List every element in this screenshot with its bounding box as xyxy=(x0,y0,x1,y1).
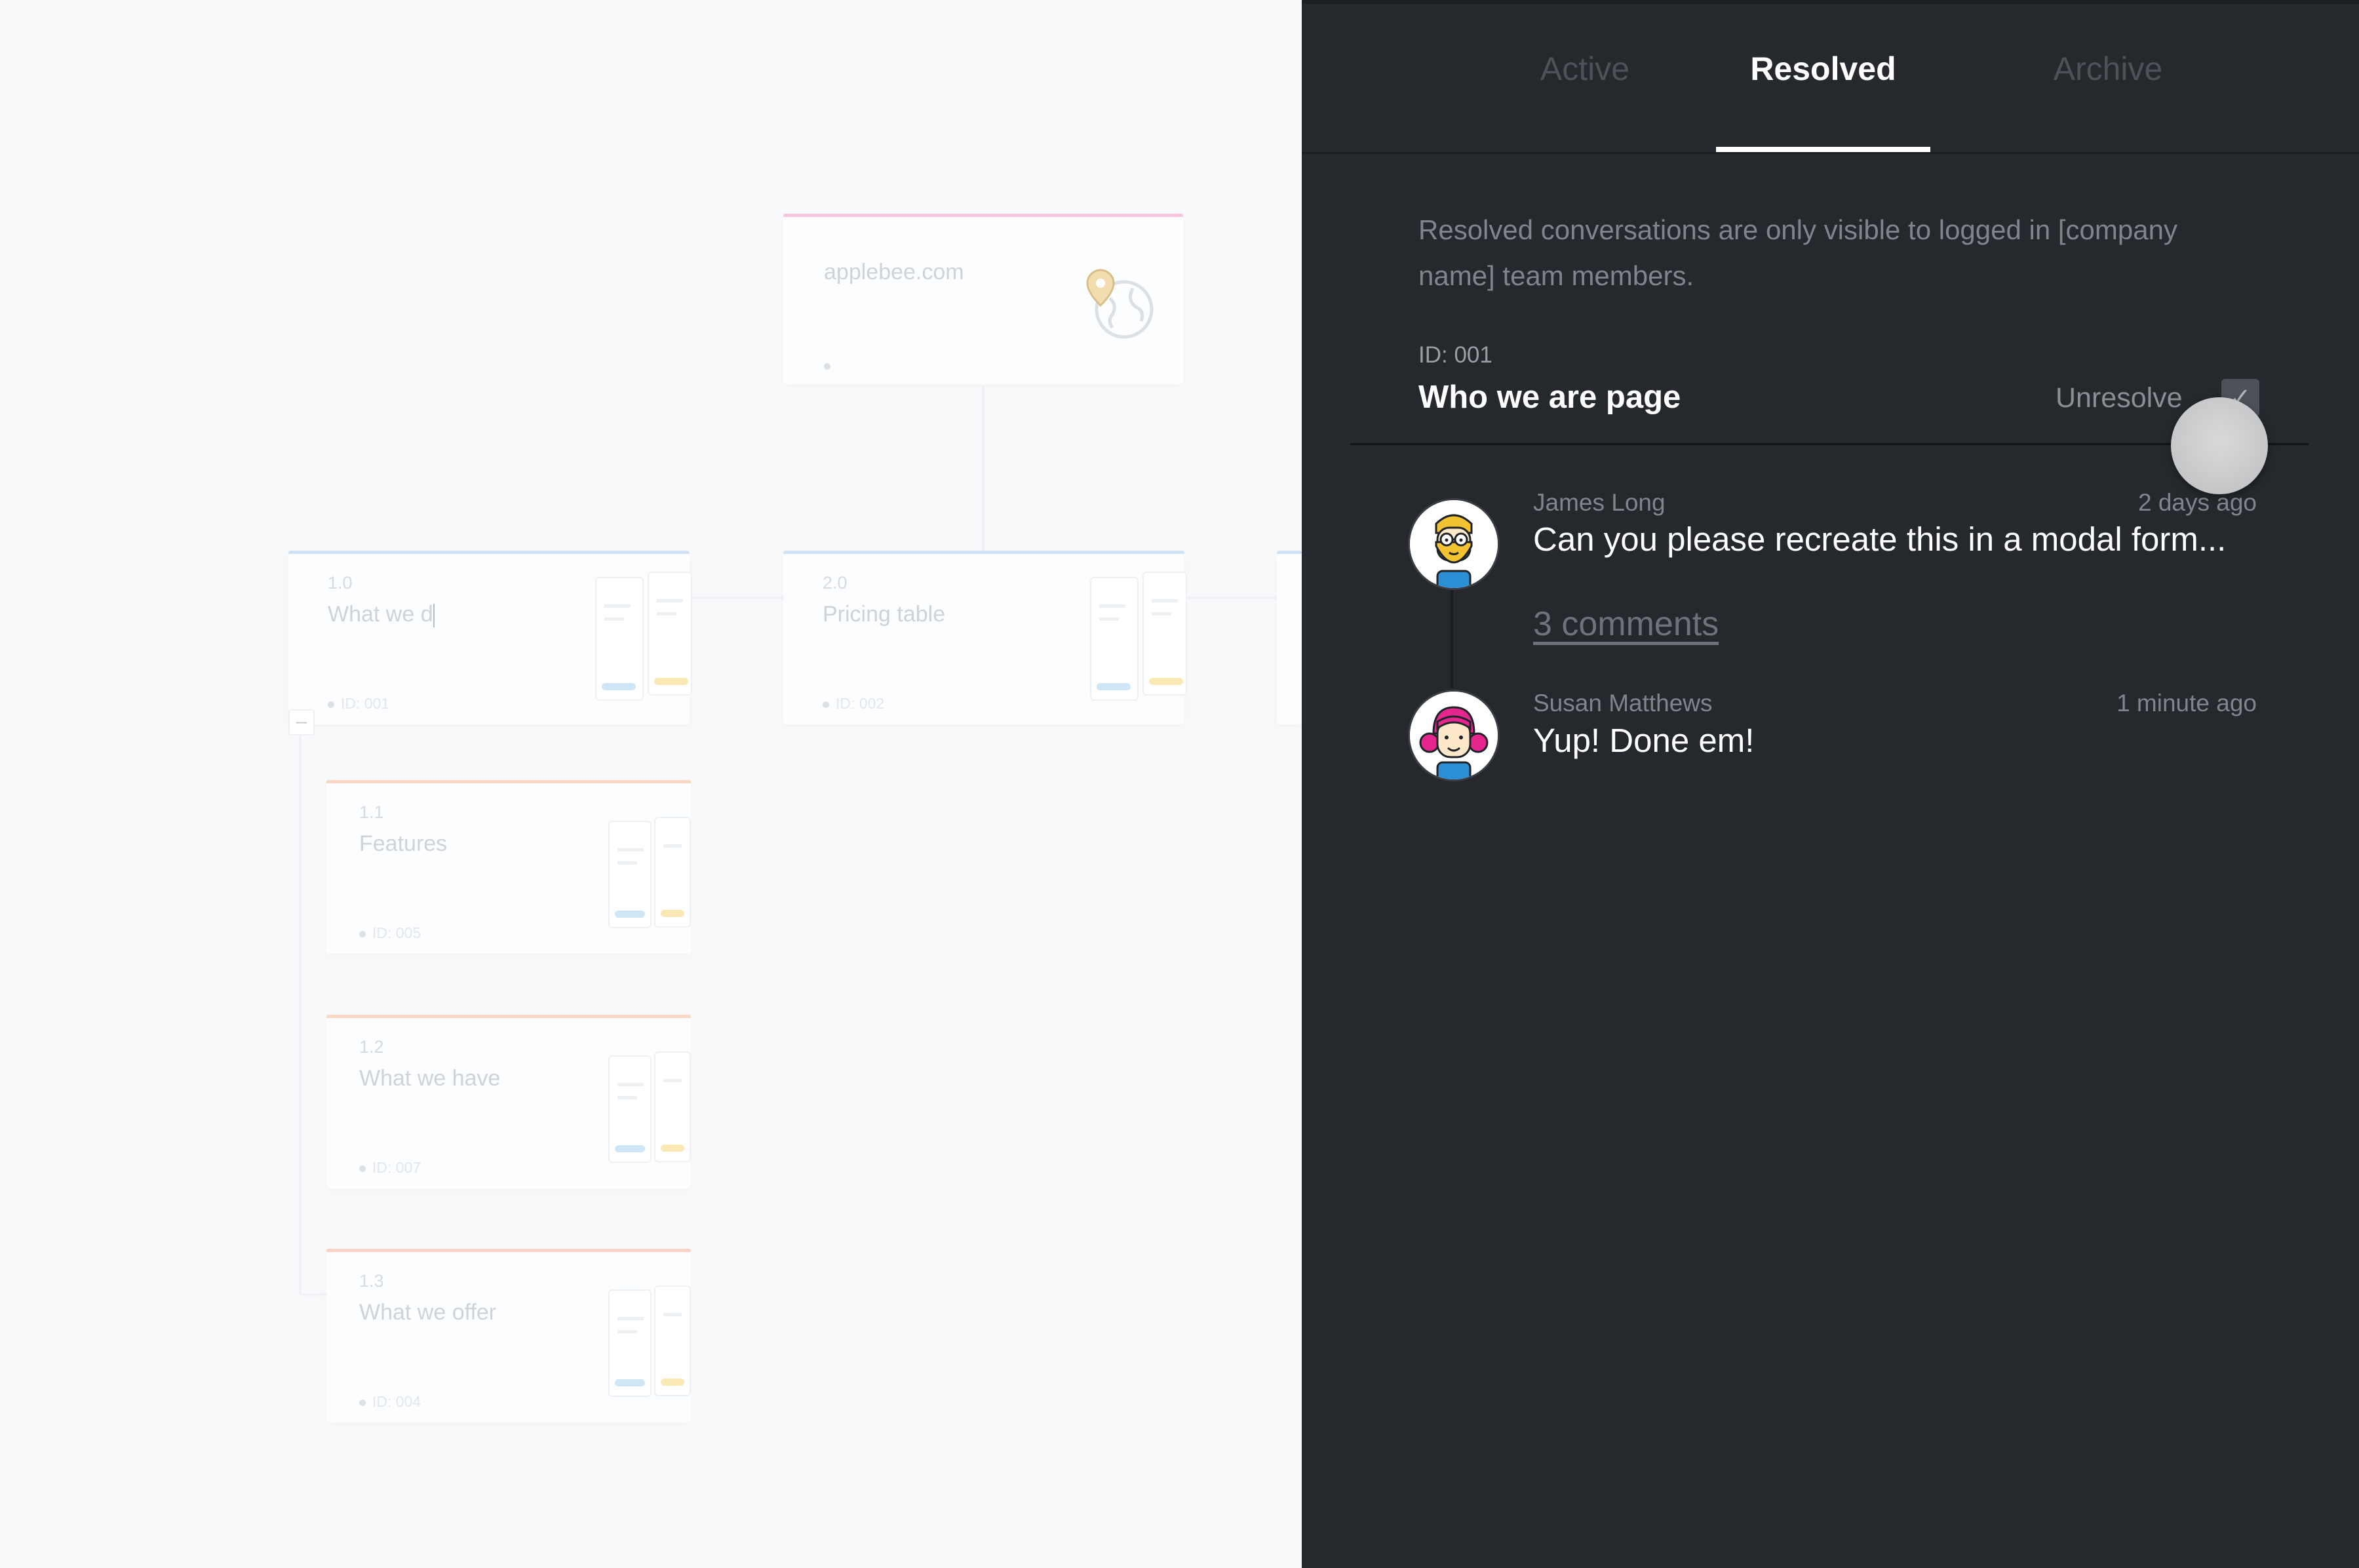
page-thumbnail xyxy=(608,1055,652,1163)
page-card-1-3[interactable]: 1.3 What we offer ID: 004 xyxy=(326,1249,691,1422)
avatar xyxy=(1408,498,1500,590)
status-dot xyxy=(824,363,830,370)
card-title-input[interactable]: What we d xyxy=(328,602,435,628)
card-accent-bar xyxy=(783,214,1183,217)
page-card-1-1[interactable]: 1.1 Features ID: 005 xyxy=(326,780,691,954)
page-thumbnail xyxy=(654,1051,691,1162)
page-card-1-0[interactable]: 1.0 What we d ID: 001 xyxy=(288,551,692,724)
page-thumbnail xyxy=(1090,577,1139,701)
comment-author: James Long xyxy=(1533,489,1666,516)
thread-connector xyxy=(1451,590,1453,688)
root-site-title: applebee.com xyxy=(824,260,964,284)
card-accent-bar xyxy=(783,551,1184,554)
card-title: Pricing table xyxy=(823,602,946,627)
card-accent-bar xyxy=(288,551,690,554)
card-accent-bar xyxy=(326,1015,691,1018)
pink-haired-woman-avatar-icon xyxy=(1410,692,1498,779)
card-accent-bar xyxy=(326,780,691,783)
card-title: What we offer xyxy=(359,1300,497,1325)
card-id: ID: 002 xyxy=(823,695,884,713)
page-thumbnail xyxy=(1142,572,1187,696)
comments-count-link[interactable]: 3 comments xyxy=(1533,604,1719,644)
page-thumbnail xyxy=(595,577,644,701)
card-number: 1.3 xyxy=(359,1271,384,1291)
comment-author: Susan Matthews xyxy=(1533,690,1713,716)
tab-archive[interactable]: Archive xyxy=(2010,50,2206,88)
card-number: 1.1 xyxy=(359,802,384,822)
page-card-1-2[interactable]: 1.2 What we have ID: 007 xyxy=(326,1015,691,1188)
card-id: ID: 005 xyxy=(359,924,421,942)
unresolve-label[interactable]: Unresolve xyxy=(2056,382,2183,414)
card-accent-bar xyxy=(1277,551,1302,554)
thread-divider xyxy=(1350,443,2309,445)
card-title: What we have xyxy=(359,1066,501,1091)
globe-pin-icon xyxy=(1083,269,1156,344)
active-tab-indicator xyxy=(1716,147,1930,152)
collapse-toggle[interactable]: – xyxy=(288,709,315,735)
page-thumbnail xyxy=(608,821,652,928)
comment-message: Yup! Done em! xyxy=(1533,722,1755,759)
bearded-man-avatar-icon xyxy=(1410,500,1498,588)
text-cursor xyxy=(433,604,435,628)
card-title-text: What we d xyxy=(328,602,433,627)
card-number: 1.2 xyxy=(359,1037,384,1057)
touch-indicator xyxy=(2171,397,2268,494)
thread-title: Who we are page xyxy=(1418,380,1681,415)
page-thumbnail xyxy=(648,572,692,696)
card-number: 1.0 xyxy=(328,573,353,593)
resolved-notice: Resolved conversations are only visible … xyxy=(1418,214,2177,291)
card-id: ID: 004 xyxy=(359,1393,421,1411)
card-id: ID: 001 xyxy=(328,695,389,713)
page-thumbnail xyxy=(608,1289,652,1397)
page-thumbnail xyxy=(654,1285,691,1396)
card-number: 2.0 xyxy=(823,573,848,593)
comment-time: 2 days ago xyxy=(2137,489,2257,516)
card-title: Features xyxy=(359,831,448,856)
root-site-card[interactable]: applebee.com xyxy=(783,214,1183,384)
page-card-2-0[interactable]: 2.0 Pricing table ID: 002 xyxy=(783,551,1187,724)
sitemap-canvas[interactable]: applebee.com 1.0 What we d ID: 001 – 2.0… xyxy=(0,0,1302,1568)
comments-panel: Active Resolved Archive Resolved convers… xyxy=(1302,0,2359,1568)
card-id: ID: 007 xyxy=(359,1159,421,1177)
comments-tabs: Active Resolved Archive xyxy=(1302,4,2359,154)
tab-active[interactable]: Active xyxy=(1487,50,1683,88)
card-accent-bar xyxy=(326,1249,691,1252)
comment-time: 1 minute ago xyxy=(2116,690,2257,716)
page-thumbnail xyxy=(654,817,691,928)
comment-message: Can you please recreate this in a modal … xyxy=(1533,520,2227,558)
avatar xyxy=(1408,690,1500,781)
thread-id: ID: 001 xyxy=(1418,342,1492,368)
page-card-partial[interactable] xyxy=(1277,551,1302,724)
tab-resolved[interactable]: Resolved xyxy=(1716,50,1930,88)
